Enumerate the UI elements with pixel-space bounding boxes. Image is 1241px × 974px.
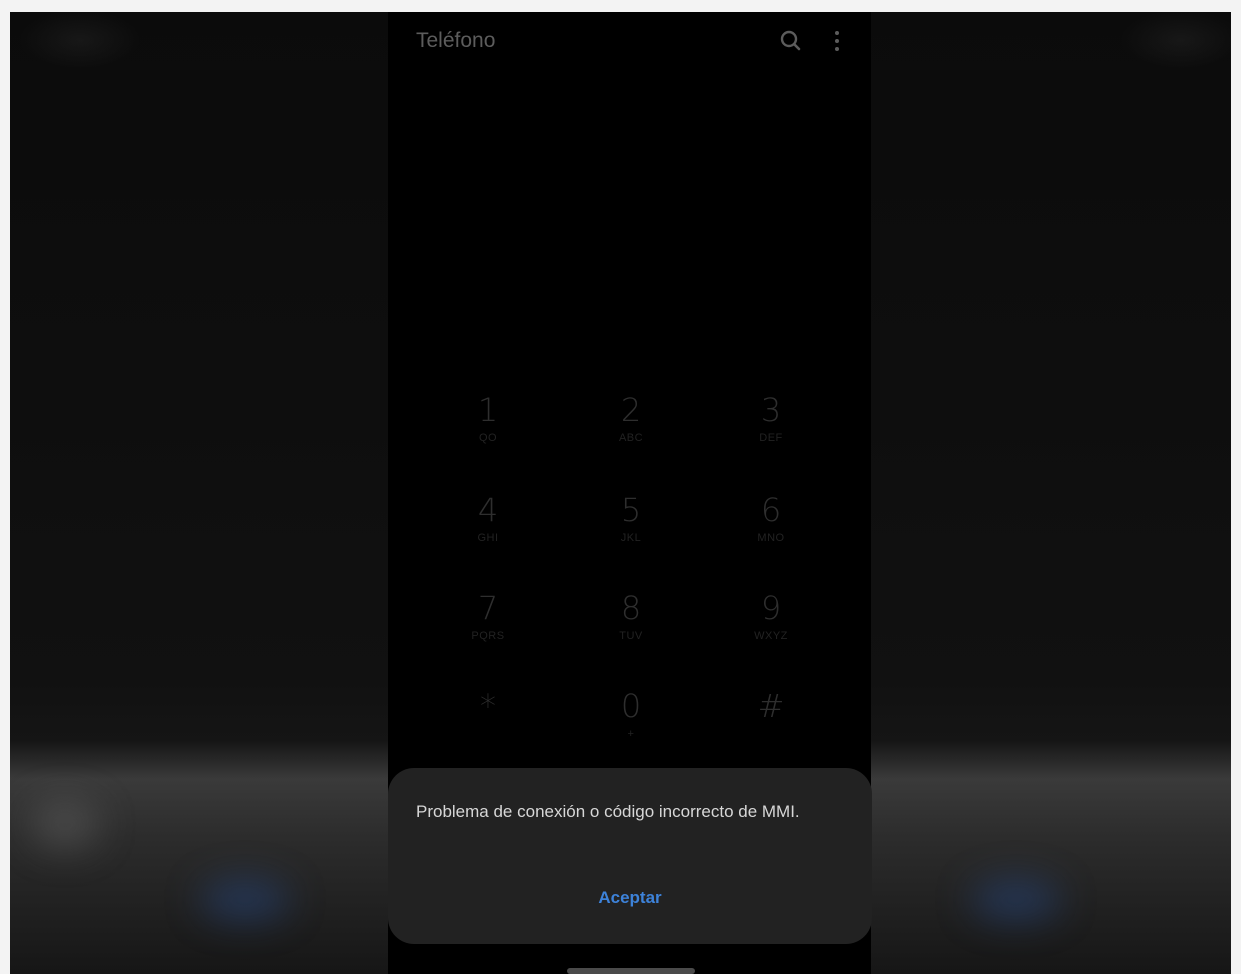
dialpad-key-hash[interactable]: # xyxy=(711,686,831,776)
dialpad-key-star[interactable]: * xyxy=(428,686,548,776)
key-letters: + xyxy=(627,728,635,740)
key-letters: GHI xyxy=(477,532,499,544)
key-letters: QO xyxy=(478,432,498,444)
app-toolbar: Teléfono xyxy=(388,12,871,72)
dialpad-key-1[interactable]: 1 QO xyxy=(428,390,548,480)
key-digit: * xyxy=(480,687,496,725)
screen-border-right xyxy=(1231,0,1241,974)
key-digit: 3 xyxy=(760,391,782,429)
key-letters: ABC xyxy=(618,432,644,444)
screen-border-left xyxy=(0,0,10,974)
key-digit: 6 xyxy=(760,491,782,529)
key-letters: DEF xyxy=(759,432,783,444)
screen-border-top xyxy=(0,0,1241,12)
key-digit: 0 xyxy=(620,687,642,725)
key-letters: TUV xyxy=(619,630,643,642)
search-icon[interactable] xyxy=(776,26,806,56)
dialpad-key-6[interactable]: 6 MNO xyxy=(711,490,831,580)
dialpad-key-7[interactable]: 7 PQRS xyxy=(428,588,548,678)
key-digit: 1 xyxy=(477,391,499,429)
key-digit: 2 xyxy=(620,391,642,429)
key-digit: 7 xyxy=(477,589,499,627)
dialpad-key-3[interactable]: 3 DEF xyxy=(711,390,831,480)
dialpad-key-4[interactable]: 4 GHI xyxy=(428,490,548,580)
key-letters: MNO xyxy=(757,532,785,544)
mmi-error-dialog: Problema de conexión o código incorrecto… xyxy=(388,768,872,944)
key-digit: 9 xyxy=(760,589,782,627)
key-digit: 8 xyxy=(620,589,642,627)
blurred-background-right xyxy=(871,0,1241,974)
more-options-icon[interactable] xyxy=(822,26,852,56)
dialpad-key-2[interactable]: 2 ABC xyxy=(571,390,691,480)
key-digit: 4 xyxy=(477,491,499,529)
dialpad-key-0[interactable]: 0 + xyxy=(571,686,691,776)
navigation-handle[interactable] xyxy=(567,968,695,974)
key-letters: WXYZ xyxy=(754,630,788,642)
key-letters: JKL xyxy=(620,532,642,544)
accept-button[interactable]: Aceptar xyxy=(388,888,872,908)
key-digit: 5 xyxy=(620,491,642,529)
key-digit: # xyxy=(757,687,785,725)
key-letters: PQRS xyxy=(471,630,505,642)
dialpad-key-8[interactable]: 8 TUV xyxy=(571,588,691,678)
dialpad-key-5[interactable]: 5 JKL xyxy=(571,490,691,580)
dialpad-key-9[interactable]: 9 WXYZ xyxy=(711,588,831,678)
blurred-background-left xyxy=(0,0,388,974)
dialog-message: Problema de conexión o código incorrecto… xyxy=(416,802,800,821)
app-title: Teléfono xyxy=(416,29,496,52)
